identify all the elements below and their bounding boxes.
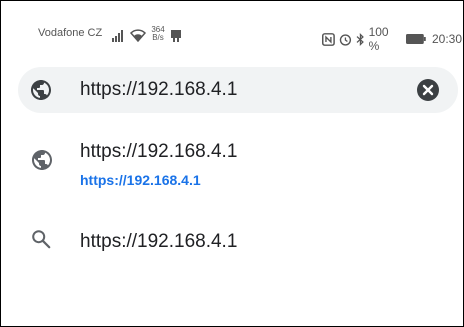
notification-icon — [171, 30, 181, 42]
battery-percent: 100 % — [368, 25, 389, 53]
suggestion-title: https://192.168.4.1 — [80, 141, 238, 162]
omnibox-input[interactable]: https://192.168.4.1 — [80, 78, 237, 102]
status-right: 100 % 20:30 — [322, 25, 462, 53]
status-indicators: 364 B/s — [112, 22, 182, 42]
globe-icon — [31, 80, 51, 100]
carrier-name: Vodafone CZ — [38, 27, 103, 39]
alarm-icon — [339, 33, 351, 46]
network-speed-unit: B/s — [152, 33, 164, 42]
suggestion-url: https://192.168.4.1 — [80, 172, 201, 188]
suggestion-title: https://192.168.4.1 — [80, 231, 238, 252]
bluetooth-icon — [356, 32, 364, 46]
search-icon — [32, 230, 51, 249]
network-speed: 364 B/s — [150, 26, 166, 42]
wifi-icon — [130, 29, 146, 42]
close-circle-icon[interactable] — [416, 78, 440, 102]
globe-icon — [32, 150, 52, 170]
nfc-icon — [322, 32, 335, 46]
battery-icon — [406, 34, 426, 44]
signal-icon — [112, 30, 123, 42]
clock: 20:30 — [431, 32, 462, 46]
status-bar: Vodafone CZ 364 B/s 100 % 20:30 — [0, 0, 462, 53]
